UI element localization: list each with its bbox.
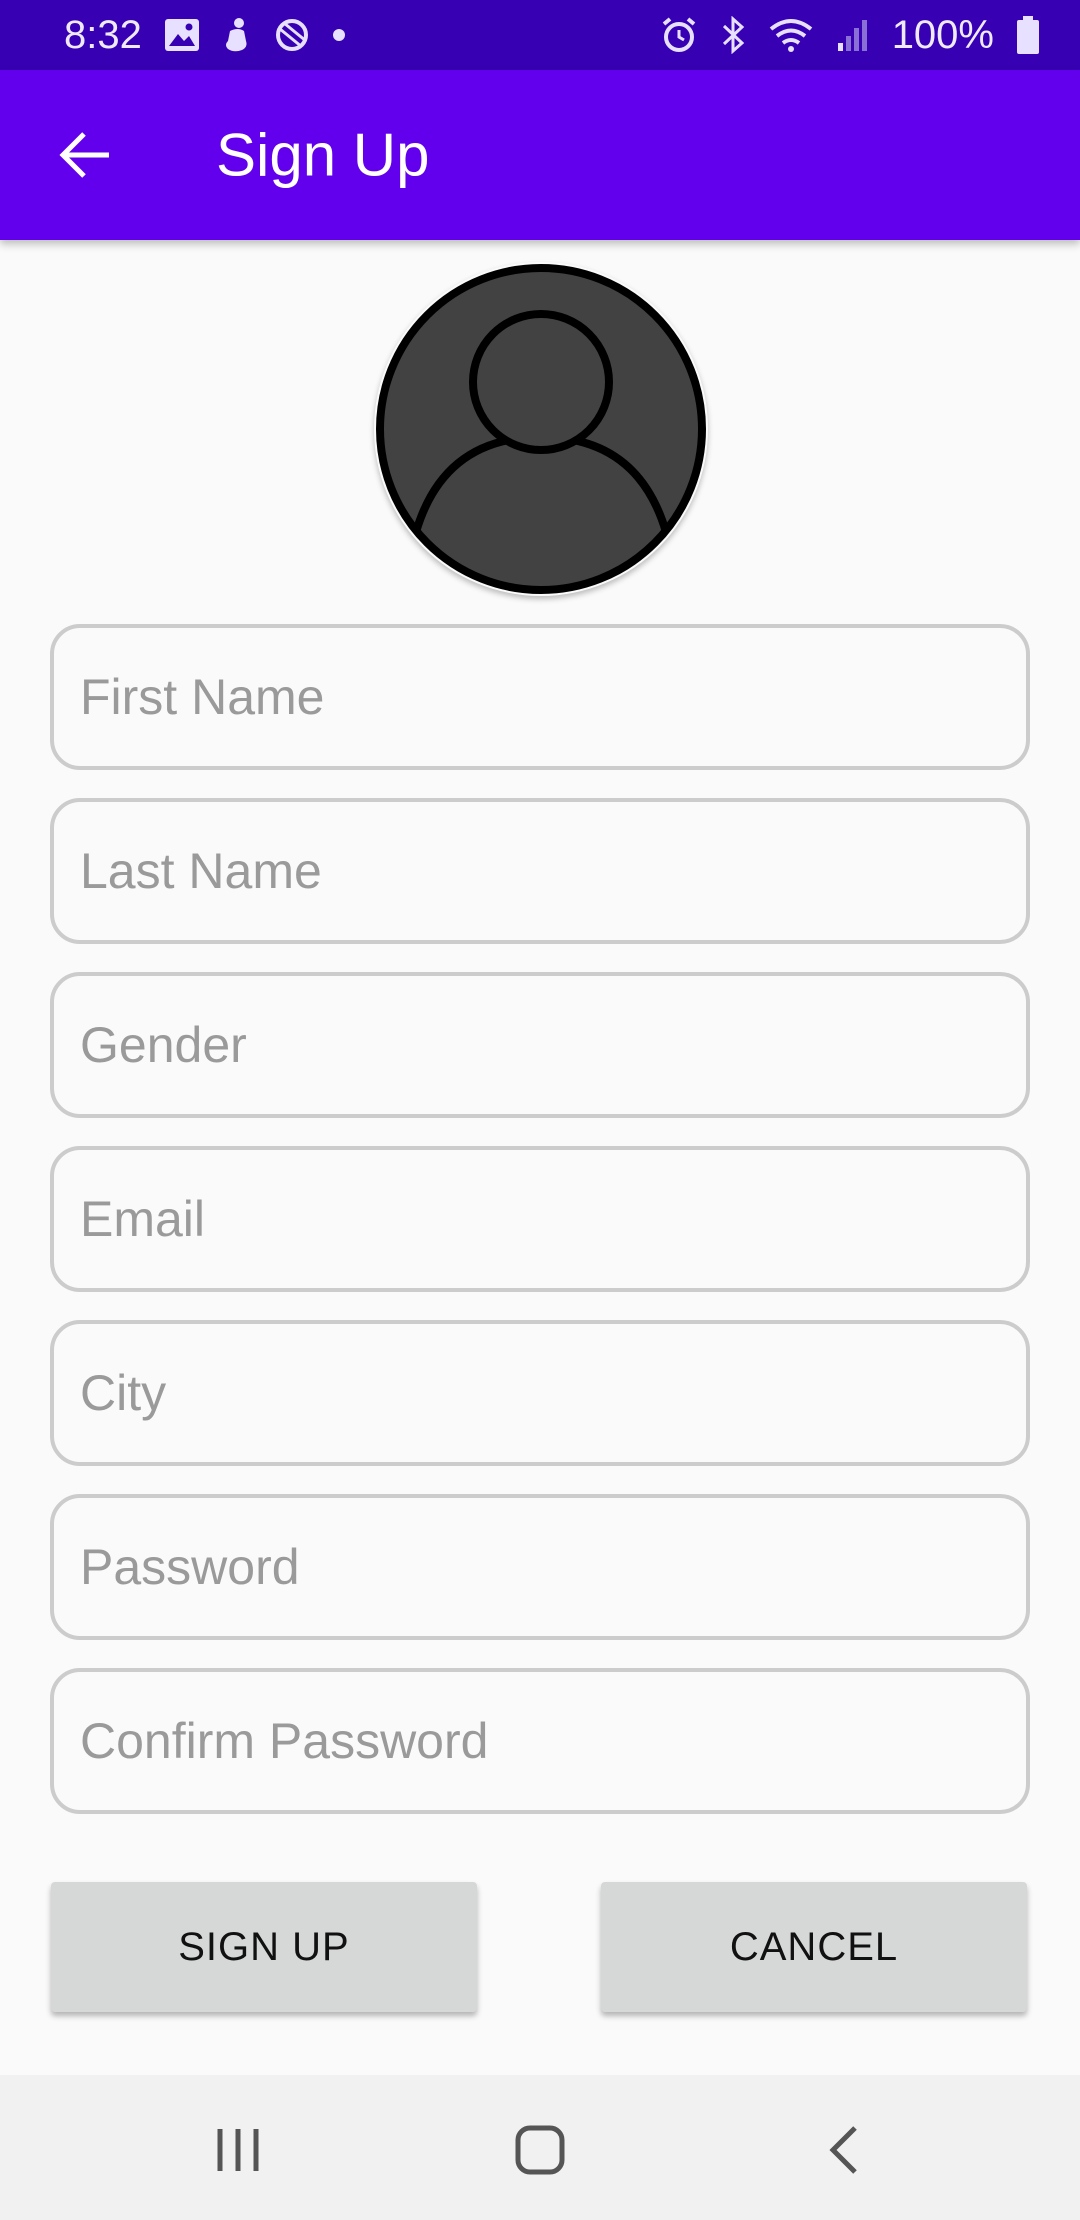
gender-input[interactable] xyxy=(50,972,1030,1118)
recents-icon xyxy=(217,2129,259,2171)
user-profile-icon xyxy=(376,264,706,594)
alarm-icon xyxy=(660,16,698,54)
sync-icon xyxy=(274,17,310,53)
battery-icon xyxy=(1016,15,1040,55)
home-button[interactable] xyxy=(485,2095,595,2205)
arrow-left-icon xyxy=(59,132,109,178)
page-title: Sign Up xyxy=(216,121,430,189)
sign-up-screen: 8:32 100% Sign Up First Name Last Name G… xyxy=(0,0,1080,2220)
password-input[interactable] xyxy=(50,1494,1030,1640)
recents-button[interactable] xyxy=(183,2095,293,2205)
notification-figure-icon xyxy=(222,17,252,53)
battery-percent: 100% xyxy=(891,12,994,57)
last-name-input[interactable] xyxy=(50,798,1030,944)
navigation-bar xyxy=(0,2075,1080,2220)
status-left: 8:32 xyxy=(64,13,346,58)
sign-up-button[interactable]: SIGN UP xyxy=(51,1882,477,2012)
dot-icon xyxy=(332,28,346,42)
first-name-input[interactable] xyxy=(50,624,1030,770)
back-icon xyxy=(829,2126,857,2174)
wifi-icon xyxy=(768,17,814,53)
image-icon xyxy=(164,18,200,52)
profile-avatar[interactable] xyxy=(374,262,708,596)
status-time: 8:32 xyxy=(64,12,142,57)
app-bar: Sign Up xyxy=(0,70,1080,240)
status-right: 100% xyxy=(660,13,1040,58)
status-bar: 8:32 100% xyxy=(0,0,1080,70)
nav-back-button[interactable] xyxy=(788,2095,898,2205)
back-button[interactable] xyxy=(40,110,130,200)
city-input[interactable] xyxy=(50,1320,1030,1466)
signal-icon xyxy=(836,17,870,53)
home-icon xyxy=(515,2125,565,2175)
cancel-button[interactable]: CANCEL xyxy=(601,1882,1027,2012)
email-input[interactable] xyxy=(50,1146,1030,1292)
confirm-password-input[interactable] xyxy=(50,1668,1030,1814)
bluetooth-icon xyxy=(720,16,746,54)
